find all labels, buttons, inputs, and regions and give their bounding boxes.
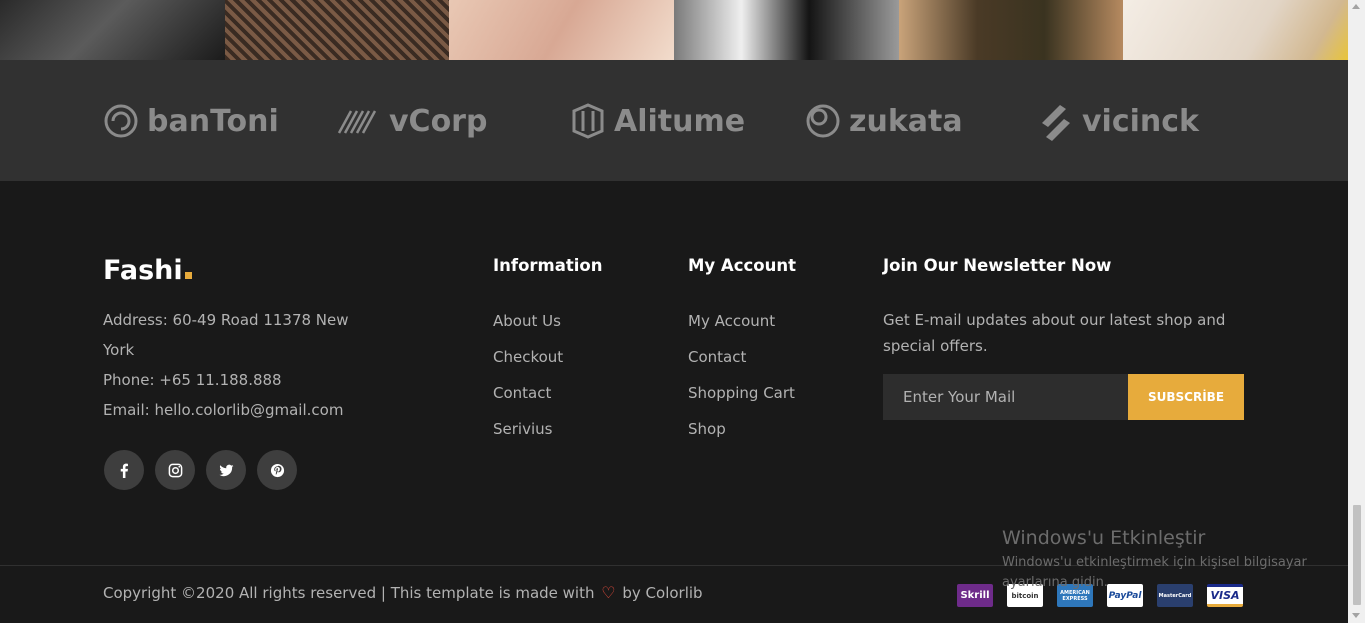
instagram-photo[interactable] xyxy=(898,0,1124,60)
footer-link-shop[interactable]: Shop xyxy=(688,420,726,438)
newsletter-title: Join Our Newsletter Now xyxy=(883,256,1112,275)
skrill-icon: Skrill xyxy=(957,584,993,607)
address-line: Address: 60-49 Road 11378 New xyxy=(103,311,349,329)
facebook-icon xyxy=(120,463,128,478)
windows-activation-title: Windows'u Etkinleştir xyxy=(1002,527,1206,549)
vcorp-logo-icon xyxy=(337,110,377,134)
subscribe-button[interactable]: SUBSCRİBE xyxy=(1128,374,1244,420)
footer-link-checkout[interactable]: Checkout xyxy=(493,348,563,366)
pinterest-link[interactable] xyxy=(257,450,297,490)
footer-link-contact[interactable]: Contact xyxy=(493,384,551,402)
address-line: York xyxy=(103,341,135,359)
scroll-up-arrow-icon[interactable] xyxy=(1352,4,1360,9)
footer-link-contact[interactable]: Contact xyxy=(688,348,746,366)
my-account-title: My Account xyxy=(688,256,796,275)
pinterest-icon xyxy=(270,463,284,477)
partner-name: Alitume xyxy=(614,103,746,139)
partner-name: vicinck xyxy=(1082,103,1199,139)
windows-activation-subtitle: Windows'u etkinleştirmek için kişisel bi… xyxy=(1002,555,1307,590)
partner-name: banToni xyxy=(147,103,279,139)
partner-name: vCorp xyxy=(389,103,488,139)
partner-logo-bantoni: banToni xyxy=(103,98,279,144)
instagram-photo[interactable] xyxy=(449,0,675,60)
heart-icon: ♡ xyxy=(601,583,616,602)
footer-link-my-account[interactable]: My Account xyxy=(688,312,775,330)
instagram-photo[interactable] xyxy=(224,0,450,60)
instagram-photo-strip xyxy=(0,0,1349,60)
footer-link-serivius[interactable]: Serivius xyxy=(493,420,552,438)
vertical-scrollbar[interactable] xyxy=(1348,0,1365,623)
phone-line: Phone: +65 11.188.888 xyxy=(103,371,282,389)
footer-link-about-us[interactable]: About Us xyxy=(493,312,561,330)
vicinck-logo-icon xyxy=(1042,105,1070,141)
instagram-photo[interactable] xyxy=(1123,0,1349,60)
copyright-text: Copyright ©2020 All rights reserved | Th… xyxy=(103,583,703,602)
scroll-down-arrow-icon[interactable] xyxy=(1352,613,1360,618)
brand-dot xyxy=(184,272,192,279)
partner-logo-zukata: zukata xyxy=(805,98,963,144)
zukata-logo-icon xyxy=(806,104,840,138)
partner-name: zukata xyxy=(849,103,963,139)
copyright-before: Copyright ©2020 All rights reserved | Th… xyxy=(103,584,595,602)
email-line: Email: hello.colorlib@gmail.com xyxy=(103,401,344,419)
instagram-icon xyxy=(168,463,182,477)
footer-link-shopping-cart[interactable]: Shopping Cart xyxy=(688,384,795,402)
facebook-link[interactable] xyxy=(104,450,144,490)
alitume-logo-icon xyxy=(572,103,604,139)
twitter-icon xyxy=(218,464,234,476)
brand-name: Fashi xyxy=(103,255,183,286)
instagram-link[interactable] xyxy=(155,450,195,490)
scroll-thumb[interactable] xyxy=(1353,505,1361,605)
partner-logo-vicinck: vicinck xyxy=(1038,98,1199,144)
brand-logo[interactable]: Fashi xyxy=(103,255,192,286)
colorlib-link[interactable]: by Colorlib xyxy=(622,584,702,602)
instagram-photo[interactable] xyxy=(674,0,899,60)
partner-logo-alitume: Alitume xyxy=(570,98,745,144)
partner-logos-band: banToni vCorp Alitume zukata vicinck xyxy=(0,60,1348,181)
partner-logo-vcorp: vCorp xyxy=(337,98,487,144)
instagram-photo[interactable] xyxy=(0,0,225,60)
twitter-link[interactable] xyxy=(206,450,246,490)
information-title: Information xyxy=(493,256,603,275)
page: banToni vCorp Alitume zukata vicinck Fas… xyxy=(0,0,1365,623)
newsletter-email-input[interactable] xyxy=(883,374,1128,420)
bantoni-logo-icon xyxy=(104,104,138,138)
newsletter-text: Get E-mail updates about our latest shop… xyxy=(883,311,1226,355)
